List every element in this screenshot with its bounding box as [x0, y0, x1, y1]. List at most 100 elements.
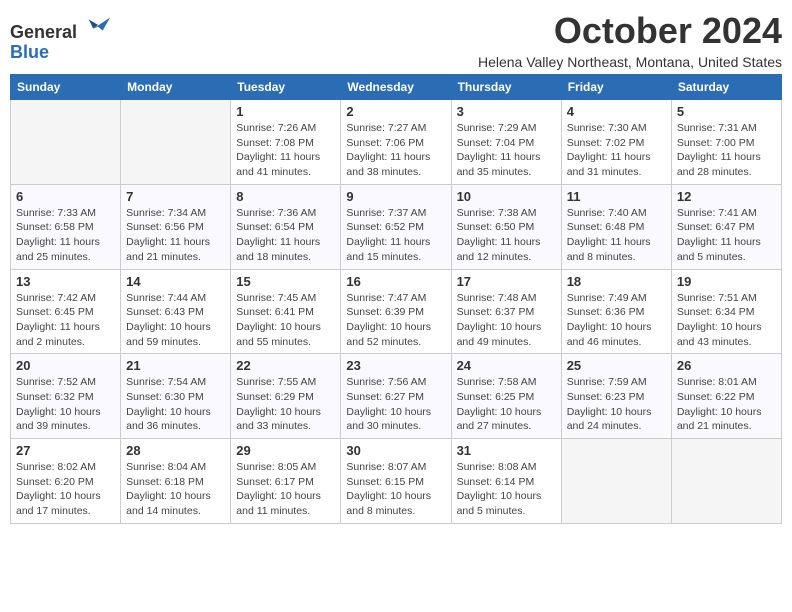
day-number: 29: [236, 443, 335, 458]
calendar-cell: 11 Sunrise: 7:40 AM Sunset: 6:48 PM Dayli…: [561, 184, 671, 269]
calendar-cell: 17Sunrise: 7:48 AM Sunset: 6:37 PM Dayli…: [451, 269, 561, 354]
calendar-day-header: Saturday: [671, 75, 781, 100]
day-info: Sunrise: 7:29 AM Sunset: 7:04 PM Dayligh…: [457, 121, 556, 180]
day-number: 6: [16, 189, 115, 204]
day-info: Sunrise: 7:38 AM Sunset: 6:50 PM Dayligh…: [457, 206, 556, 265]
day-number: 3: [457, 104, 556, 119]
day-info: Sunrise: 7:56 AM Sunset: 6:27 PM Dayligh…: [346, 375, 445, 434]
calendar-cell: 16 Sunrise: 7:47 AM Sunset: 6:39 PM Dayli…: [341, 269, 451, 354]
day-number: 12: [677, 189, 776, 204]
day-info: Sunrise: 7:30 AM Sunset: 7:02 PM Dayligh…: [567, 121, 666, 180]
day-info: Sunrise: 7:52 AM Sunset: 6:32 PM Dayligh…: [16, 375, 115, 434]
calendar-day-header: Thursday: [451, 75, 561, 100]
day-info: Sunrise: 7:55 AM Sunset: 6:29 PM Dayligh…: [236, 375, 335, 434]
day-number: 22: [236, 358, 335, 373]
day-number: 23: [346, 358, 445, 373]
calendar-cell: [121, 100, 231, 185]
calendar-cell: 3 Sunrise: 7:29 AM Sunset: 7:04 PM Daylig…: [451, 100, 561, 185]
calendar-table: SundayMondayTuesdayWednesdayThursdayFrid…: [10, 74, 782, 524]
calendar-cell: 21 Sunrise: 7:54 AM Sunset: 6:30 PM Dayli…: [121, 354, 231, 439]
calendar-cell: 15 Sunrise: 7:45 AM Sunset: 6:41 PM Dayli…: [231, 269, 341, 354]
calendar-day-header: Monday: [121, 75, 231, 100]
day-info: Sunrise: 7:51 AM Sunset: 6:34 PM Dayligh…: [677, 291, 776, 350]
calendar-cell: 2Sunrise: 7:27 AM Sunset: 7:06 PM Daylig…: [341, 100, 451, 185]
day-number: 30: [346, 443, 445, 458]
calendar-cell: 26Sunrise: 8:01 AM Sunset: 6:22 PM Dayli…: [671, 354, 781, 439]
calendar-cell: 18Sunrise: 7:49 AM Sunset: 6:36 PM Dayli…: [561, 269, 671, 354]
day-number: 16: [346, 274, 445, 289]
day-info: Sunrise: 7:36 AM Sunset: 6:54 PM Dayligh…: [236, 206, 335, 265]
day-number: 10: [457, 189, 556, 204]
calendar-cell: 28Sunrise: 8:04 AM Sunset: 6:18 PM Dayli…: [121, 439, 231, 524]
day-number: 4: [567, 104, 666, 119]
day-number: 21: [126, 358, 225, 373]
day-info: Sunrise: 8:08 AM Sunset: 6:14 PM Dayligh…: [457, 460, 556, 519]
calendar-cell: 5 Sunrise: 7:31 AM Sunset: 7:00 PM Daylig…: [671, 100, 781, 185]
calendar-week-row: 13 Sunrise: 7:42 AM Sunset: 6:45 PM Dayli…: [11, 269, 782, 354]
day-number: 15: [236, 274, 335, 289]
calendar-day-header: Friday: [561, 75, 671, 100]
day-info: Sunrise: 7:54 AM Sunset: 6:30 PM Dayligh…: [126, 375, 225, 434]
logo-bird-icon: [84, 10, 112, 38]
calendar-cell: 20 Sunrise: 7:52 AM Sunset: 6:32 PM Dayli…: [11, 354, 121, 439]
calendar-cell: 13 Sunrise: 7:42 AM Sunset: 6:45 PM Dayli…: [11, 269, 121, 354]
day-info: Sunrise: 8:07 AM Sunset: 6:15 PM Dayligh…: [346, 460, 445, 519]
calendar-cell: 14 Sunrise: 7:44 AM Sunset: 6:43 PM Dayli…: [121, 269, 231, 354]
day-number: 28: [126, 443, 225, 458]
day-info: Sunrise: 7:33 AM Sunset: 6:58 PM Dayligh…: [16, 206, 115, 265]
calendar-cell: 4 Sunrise: 7:30 AM Sunset: 7:02 PM Daylig…: [561, 100, 671, 185]
day-info: Sunrise: 7:58 AM Sunset: 6:25 PM Dayligh…: [457, 375, 556, 434]
calendar-day-header: Wednesday: [341, 75, 451, 100]
day-info: Sunrise: 7:34 AM Sunset: 6:56 PM Dayligh…: [126, 206, 225, 265]
page-header: General Blue October 2024 Helena Valley …: [10, 10, 782, 70]
calendar-cell: [561, 439, 671, 524]
day-info: Sunrise: 7:45 AM Sunset: 6:41 PM Dayligh…: [236, 291, 335, 350]
day-number: 27: [16, 443, 115, 458]
calendar-day-header: Tuesday: [231, 75, 341, 100]
calendar-cell: 24 Sunrise: 7:58 AM Sunset: 6:25 PM Dayli…: [451, 354, 561, 439]
calendar-cell: 8Sunrise: 7:36 AM Sunset: 6:54 PM Daylig…: [231, 184, 341, 269]
day-number: 1: [236, 104, 335, 119]
calendar-week-row: 27Sunrise: 8:02 AM Sunset: 6:20 PM Dayli…: [11, 439, 782, 524]
calendar-day-header: Sunday: [11, 75, 121, 100]
day-info: Sunrise: 8:05 AM Sunset: 6:17 PM Dayligh…: [236, 460, 335, 519]
day-number: 9: [346, 189, 445, 204]
calendar-cell: 31 Sunrise: 8:08 AM Sunset: 6:14 PM Dayli…: [451, 439, 561, 524]
day-info: Sunrise: 7:41 AM Sunset: 6:47 PM Dayligh…: [677, 206, 776, 265]
logo: General Blue: [10, 10, 112, 63]
calendar-cell: [11, 100, 121, 185]
day-number: 20: [16, 358, 115, 373]
day-info: Sunrise: 7:27 AM Sunset: 7:06 PM Dayligh…: [346, 121, 445, 180]
calendar-week-row: 20 Sunrise: 7:52 AM Sunset: 6:32 PM Dayli…: [11, 354, 782, 439]
day-number: 24: [457, 358, 556, 373]
day-info: Sunrise: 7:31 AM Sunset: 7:00 PM Dayligh…: [677, 121, 776, 180]
day-number: 5: [677, 104, 776, 119]
calendar-cell: [671, 439, 781, 524]
day-info: Sunrise: 7:44 AM Sunset: 6:43 PM Dayligh…: [126, 291, 225, 350]
calendar-header-row: SundayMondayTuesdayWednesdayThursdayFrid…: [11, 75, 782, 100]
calendar-cell: 22 Sunrise: 7:55 AM Sunset: 6:29 PM Dayli…: [231, 354, 341, 439]
day-info: Sunrise: 7:42 AM Sunset: 6:45 PM Dayligh…: [16, 291, 115, 350]
day-number: 13: [16, 274, 115, 289]
day-number: 11: [567, 189, 666, 204]
calendar-week-row: 6 Sunrise: 7:33 AM Sunset: 6:58 PM Daylig…: [11, 184, 782, 269]
day-info: Sunrise: 7:47 AM Sunset: 6:39 PM Dayligh…: [346, 291, 445, 350]
calendar-cell: 25Sunrise: 7:59 AM Sunset: 6:23 PM Dayli…: [561, 354, 671, 439]
month-title: October 2024: [478, 10, 782, 52]
day-number: 19: [677, 274, 776, 289]
calendar-cell: 23 Sunrise: 7:56 AM Sunset: 6:27 PM Dayli…: [341, 354, 451, 439]
calendar-cell: 6 Sunrise: 7:33 AM Sunset: 6:58 PM Daylig…: [11, 184, 121, 269]
calendar-cell: 1 Sunrise: 7:26 AM Sunset: 7:08 PM Daylig…: [231, 100, 341, 185]
day-number: 25: [567, 358, 666, 373]
day-info: Sunrise: 7:37 AM Sunset: 6:52 PM Dayligh…: [346, 206, 445, 265]
day-number: 31: [457, 443, 556, 458]
day-number: 17: [457, 274, 556, 289]
day-info: Sunrise: 7:26 AM Sunset: 7:08 PM Dayligh…: [236, 121, 335, 180]
location-title: Helena Valley Northeast, Montana, United…: [478, 54, 782, 70]
day-number: 18: [567, 274, 666, 289]
day-info: Sunrise: 7:40 AM Sunset: 6:48 PM Dayligh…: [567, 206, 666, 265]
day-info: Sunrise: 8:01 AM Sunset: 6:22 PM Dayligh…: [677, 375, 776, 434]
calendar-week-row: 1 Sunrise: 7:26 AM Sunset: 7:08 PM Daylig…: [11, 100, 782, 185]
calendar-cell: 10 Sunrise: 7:38 AM Sunset: 6:50 PM Dayli…: [451, 184, 561, 269]
day-number: 14: [126, 274, 225, 289]
